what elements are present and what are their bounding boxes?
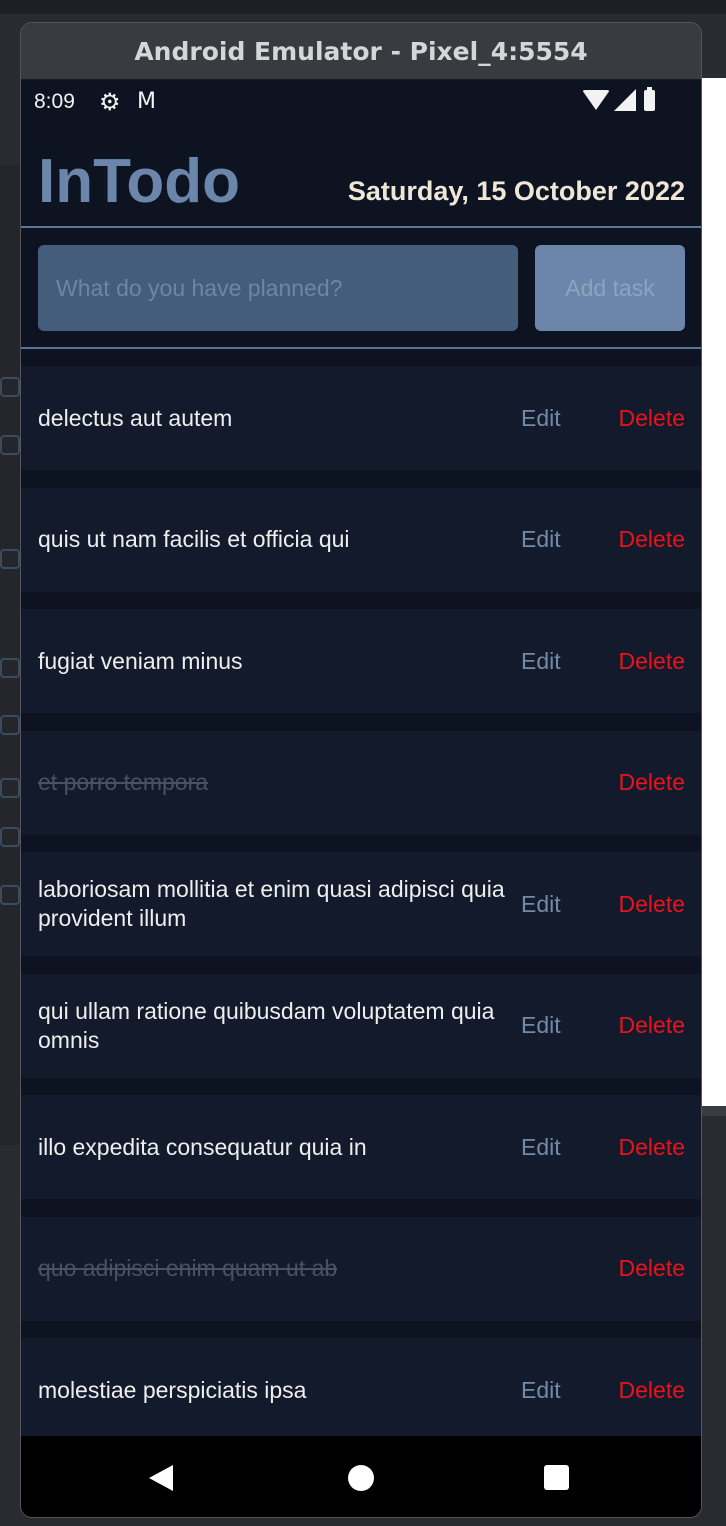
window-title[interactable]: Android Emulator - Pixel_4:5554 <box>21 23 701 80</box>
emulator-window: Android Emulator - Pixel_4:5554 8:09 ⚙ M… <box>20 22 702 1518</box>
task-text[interactable]: delectus aut autem <box>38 404 508 433</box>
task-text-completed[interactable]: et porro tempora <box>38 768 508 797</box>
desktop-sidebar-icon <box>0 658 20 678</box>
recents-icon[interactable] <box>544 1465 569 1490</box>
task-item: quis ut nam facilis et officia qui Edit … <box>21 487 701 592</box>
desktop-sidebar-remnant <box>0 165 22 1145</box>
delete-button[interactable]: Delete <box>619 1012 685 1039</box>
desktop-sidebar-icon <box>0 377 20 397</box>
task-item: illo expedita consequatur quia in Edit D… <box>21 1095 701 1199</box>
gear-icon: ⚙ <box>99 89 121 116</box>
status-right-icons <box>582 86 655 111</box>
task-item: delectus aut autem Edit Delete <box>21 366 701 470</box>
new-task-input[interactable] <box>38 245 518 331</box>
task-item: laboriosam mollitia et enim quasi adipis… <box>21 852 701 956</box>
desktop-sidebar-icon <box>0 827 20 847</box>
home-icon[interactable] <box>348 1465 374 1491</box>
delete-button[interactable]: Delete <box>619 769 685 796</box>
desktop-sidebar-icon <box>0 778 20 798</box>
delete-button[interactable]: Delete <box>619 891 685 918</box>
gmail-icon: M <box>137 89 156 114</box>
desktop-sidebar-icon <box>0 549 20 569</box>
edit-button[interactable]: Edit <box>521 891 581 918</box>
delete-button[interactable]: Delete <box>619 405 685 432</box>
delete-button[interactable]: Delete <box>619 1134 685 1161</box>
input-divider <box>21 347 701 349</box>
task-text[interactable]: qui ullam ratione quibusdam voluptatem q… <box>38 997 508 1055</box>
current-date: Saturday, 15 October 2022 <box>347 176 685 206</box>
desktop-sidebar-icon <box>0 885 20 905</box>
task-item: qui ullam ratione quibusdam voluptatem q… <box>21 973 701 1078</box>
add-task-button[interactable]: Add task <box>535 245 685 331</box>
task-item: molestiae perspiciatis ipsa Edit Delete <box>21 1338 701 1436</box>
android-nav-bar <box>21 1436 701 1517</box>
android-screen: 8:09 ⚙ M InTodo Saturday, 15 October 202… <box>21 80 701 1517</box>
desktop-right-panel <box>700 78 726 1106</box>
task-list[interactable]: delectus aut autem Edit Delete quis ut n… <box>21 366 701 1436</box>
battery-icon <box>644 86 655 111</box>
task-text[interactable]: laboriosam mollitia et enim quasi adipis… <box>38 875 508 933</box>
desktop-top-bar <box>0 0 726 14</box>
desktop-sidebar-icon <box>0 435 20 455</box>
status-bar: 8:09 ⚙ M <box>21 80 701 124</box>
app-title: InTodo <box>38 147 240 216</box>
task-item: fugiat veniam minus Edit Delete <box>21 609 701 713</box>
delete-button[interactable]: Delete <box>619 1377 685 1404</box>
edit-button[interactable]: Edit <box>521 405 581 432</box>
task-item-completed: et porro tempora Delete <box>21 730 701 835</box>
delete-button[interactable]: Delete <box>619 526 685 553</box>
edit-button[interactable]: Edit <box>521 648 581 675</box>
edit-button[interactable]: Edit <box>521 1012 581 1039</box>
desktop-right-panel-edge <box>700 1106 726 1116</box>
task-item-completed: quo adipisci enim quam ut ab Delete <box>21 1216 701 1321</box>
task-text[interactable]: quis ut nam facilis et officia qui <box>38 525 508 554</box>
delete-button[interactable]: Delete <box>619 1255 685 1282</box>
edit-button[interactable]: Edit <box>521 526 581 553</box>
delete-button[interactable]: Delete <box>619 648 685 675</box>
wifi-icon <box>582 90 610 110</box>
task-text[interactable]: molestiae perspiciatis ipsa <box>38 1376 508 1405</box>
edit-button[interactable]: Edit <box>521 1377 581 1404</box>
back-icon[interactable] <box>149 1465 173 1491</box>
task-text[interactable]: fugiat veniam minus <box>38 647 508 676</box>
task-text-completed[interactable]: quo adipisci enim quam ut ab <box>38 1254 508 1283</box>
signal-icon <box>614 89 636 111</box>
edit-button[interactable]: Edit <box>521 1134 581 1161</box>
header-divider <box>21 226 701 228</box>
desktop-sidebar-icon <box>0 715 20 735</box>
status-time: 8:09 <box>34 90 75 113</box>
task-text[interactable]: illo expedita consequatur quia in <box>38 1133 508 1162</box>
